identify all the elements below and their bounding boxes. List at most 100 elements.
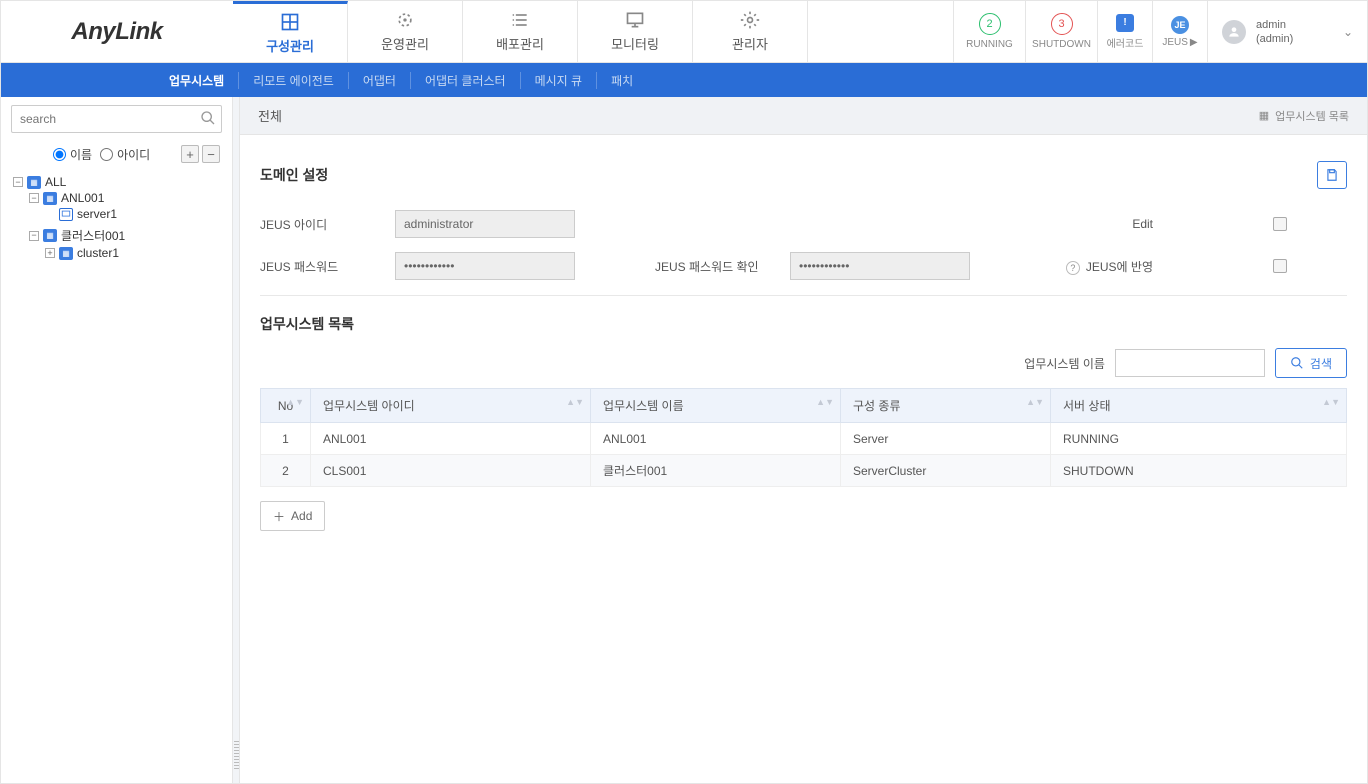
add-button[interactable]: ＋ Add	[260, 501, 325, 531]
search-icon	[1290, 356, 1304, 370]
cell-name: 클러스터001	[591, 455, 841, 487]
breadcrumb-label: 업무시스템 목록	[1275, 108, 1349, 124]
jeus-pw-label: JEUS 패스워드	[260, 258, 395, 275]
tab-monitor[interactable]: 모니터링	[578, 1, 693, 62]
subnav-item-adapter[interactable]: 어댑터	[348, 72, 410, 89]
cell-name: ANL001	[591, 423, 841, 455]
table-row[interactable]: 1 ANL001 ANL001 Server RUNNING	[261, 423, 1347, 455]
tree-expand-all[interactable]: +	[181, 145, 199, 163]
jeus-pw-input[interactable]	[395, 252, 575, 280]
col-status[interactable]: 서버 상태▲▼	[1051, 389, 1347, 423]
radio-id-label: 아이디	[117, 146, 150, 163]
tree-label: server1	[77, 207, 117, 221]
edit-label: Edit	[1132, 217, 1153, 231]
subnav-item-patch[interactable]: 패치	[596, 72, 647, 89]
tree-collapse-all[interactable]: −	[202, 145, 220, 163]
tree-node-anl001[interactable]: − ▦ ANL001	[29, 191, 222, 205]
help-icon[interactable]: ?	[1066, 261, 1080, 275]
search-button-label: 검색	[1310, 355, 1332, 372]
search-button[interactable]: 검색	[1275, 348, 1347, 378]
radio-name[interactable]: 이름	[53, 146, 92, 163]
grid-icon	[280, 12, 300, 32]
radio-group: 이름 아이디 + −	[11, 141, 222, 165]
collapse-icon[interactable]: −	[29, 193, 39, 203]
breadcrumb[interactable]: ▦ 업무시스템 목록	[1259, 108, 1349, 124]
shutdown-stat[interactable]: 3 SHUTDOWN	[1025, 1, 1097, 62]
gear-icon	[740, 10, 760, 30]
running-stat[interactable]: 2 RUNNING	[953, 1, 1025, 62]
tree-label: ALL	[45, 175, 66, 189]
apply-text: JEUS에 반영	[1086, 260, 1153, 274]
splitter[interactable]	[233, 97, 240, 783]
page-title-bar: 전체 ▦ 업무시스템 목록	[240, 97, 1367, 135]
jeus-pw2-input[interactable]	[790, 252, 970, 280]
page-title: 전체	[258, 106, 282, 125]
sort-icon[interactable]: ▲▼	[566, 399, 584, 405]
col-name[interactable]: 업무시스템 이름▲▼	[591, 389, 841, 423]
col-type[interactable]: 구성 종류▲▼	[841, 389, 1051, 423]
col-id[interactable]: 업무시스템 아이디▲▼	[311, 389, 591, 423]
sort-icon[interactable]: ▲▼	[816, 399, 834, 405]
radio-name-label: 이름	[70, 146, 92, 163]
jeus-icon: JE	[1171, 16, 1189, 34]
collapse-icon[interactable]: −	[29, 231, 39, 241]
radio-id-input[interactable]	[100, 148, 113, 161]
user-menu[interactable]: admin (admin) ⌄	[1207, 1, 1367, 62]
grid-icon: ▦	[27, 176, 41, 189]
collapse-icon[interactable]: −	[13, 177, 23, 187]
jeus-button[interactable]: JE JEUS▶	[1152, 1, 1207, 62]
edit-col: Edit	[1132, 217, 1347, 231]
sort-icon[interactable]: ▲▼	[1322, 399, 1340, 405]
save-button[interactable]	[1317, 161, 1347, 189]
cell-type: Server	[841, 423, 1051, 455]
brand-logo: AnyLink	[1, 1, 233, 62]
sort-icon[interactable]: ▲▼	[286, 399, 304, 405]
separator	[260, 295, 1347, 296]
tree-node-cluster001[interactable]: − ▦ 클러스터001	[29, 227, 222, 244]
tree-node-cluster1[interactable]: + ▦ cluster1	[45, 246, 222, 260]
tab-ops[interactable]: 운영관리	[348, 1, 463, 62]
errorcode-button[interactable]: ! 에러코드	[1097, 1, 1152, 62]
subnav: 업무시스템 리모트 에이전트 어댑터 어댑터 클러스터 메시지 큐 패치	[1, 63, 1367, 97]
body-row: 이름 아이디 + − − ▦ ALL −	[1, 97, 1367, 783]
tab-config[interactable]: 구성관리	[233, 1, 348, 62]
tree-label: ANL001	[61, 191, 104, 205]
add-button-label: Add	[291, 509, 312, 523]
tab-label: 배포관리	[496, 34, 544, 53]
cell-type: ServerCluster	[841, 455, 1051, 487]
jeus-id-input[interactable]	[395, 210, 575, 238]
subnav-item-biz[interactable]: 업무시스템	[155, 72, 238, 89]
jeus-id-label: JEUS 아이디	[260, 216, 395, 233]
tab-deploy[interactable]: 배포관리	[463, 1, 578, 62]
cell-id: CLS001	[311, 455, 591, 487]
row-jeus-pw: JEUS 패스워드 JEUS 패스워드 확인 ?JEUS에 반영	[260, 245, 1347, 287]
list-crumb-icon: ▦	[1259, 109, 1269, 122]
tree-node-all[interactable]: − ▦ ALL	[13, 175, 222, 189]
subnav-item-msgqueue[interactable]: 메시지 큐	[520, 72, 597, 89]
edit-checkbox[interactable]	[1273, 217, 1287, 231]
radio-id[interactable]: 아이디	[100, 146, 150, 163]
shutdown-count: 3	[1051, 13, 1073, 35]
header: AnyLink 구성관리 운영관리 배포관리 모니터링 관리자 2 RUNNIN…	[1, 1, 1367, 63]
server-icon	[59, 208, 73, 221]
search-input[interactable]	[11, 105, 222, 133]
sort-icon[interactable]: ▲▼	[1026, 399, 1044, 405]
main: 전체 ▦ 업무시스템 목록 도메인 설정 JEUS 아이디 Edit	[240, 97, 1367, 783]
filter-input[interactable]	[1115, 349, 1265, 377]
apply-checkbox[interactable]	[1273, 259, 1287, 273]
col-no[interactable]: No▲▼	[261, 389, 311, 423]
running-count: 2	[979, 13, 1001, 35]
header-spacer	[808, 1, 953, 62]
expand-icon[interactable]: +	[45, 248, 55, 258]
tab-admin[interactable]: 관리자	[693, 1, 808, 62]
subnav-item-adaptercluster[interactable]: 어댑터 클러스터	[410, 72, 520, 89]
subnav-item-remote[interactable]: 리모트 에이전트	[238, 72, 348, 89]
tree-node-server1[interactable]: server1	[45, 207, 222, 221]
radio-name-input[interactable]	[53, 148, 66, 161]
jeus-label: JEUS▶	[1162, 37, 1197, 48]
table-row[interactable]: 2 CLS001 클러스터001 ServerCluster SHUTDOWN	[261, 455, 1347, 487]
search-icon[interactable]	[200, 110, 216, 129]
tree: − ▦ ALL − ▦ ANL001	[11, 173, 222, 266]
shutdown-label: SHUTDOWN	[1032, 39, 1091, 50]
row-jeus-id: JEUS 아이디 Edit	[260, 203, 1347, 245]
